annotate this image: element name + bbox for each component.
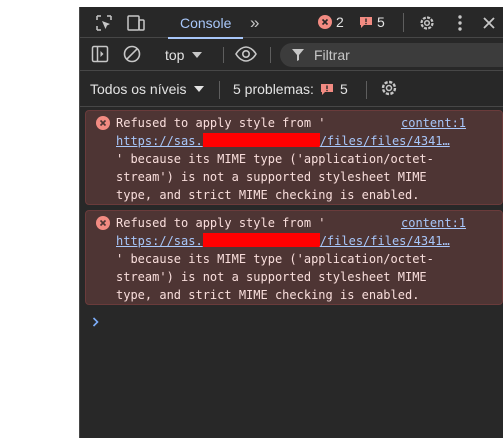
tabbar-separator bbox=[403, 13, 404, 32]
tab-console-label: Console bbox=[180, 14, 232, 31]
devtools-tabbar: Console » 2 5 bbox=[80, 7, 503, 39]
error-count: 2 bbox=[336, 14, 344, 30]
inspected-page bbox=[0, 0, 80, 438]
log-levels-dropdown[interactable]: Todos os níveis bbox=[90, 81, 204, 97]
more-tabs-label: » bbox=[250, 12, 260, 32]
context-selector-label: top bbox=[165, 47, 185, 63]
url-suffix[interactable]: /files/files/4341… bbox=[320, 134, 450, 148]
message-text: type, and strict MIME checking is enable… bbox=[116, 288, 420, 302]
error-counter[interactable]: 2 bbox=[318, 14, 344, 30]
problems-label: 5 problemas: bbox=[233, 81, 314, 97]
resource-url-link[interactable]: https://sas. /files/files/4341… bbox=[116, 232, 450, 250]
message-text: ' because its MIME type ('application/oc… bbox=[116, 152, 434, 166]
url-suffix[interactable]: /files/files/4341… bbox=[320, 234, 450, 248]
sidebar-icon[interactable] bbox=[90, 44, 110, 67]
warning-icon bbox=[360, 17, 372, 28]
prompt-chevron-icon bbox=[92, 317, 99, 327]
caret-down-icon bbox=[192, 52, 203, 58]
error-icon bbox=[318, 15, 332, 29]
resource-url-link[interactable]: https://sas. /files/files/4341… bbox=[116, 132, 450, 150]
url-prefix[interactable]: https://sas. bbox=[116, 234, 203, 248]
message-text: stream') is not a supported stylesheet M… bbox=[116, 270, 427, 284]
log-levels-label: Todos os níveis bbox=[90, 81, 187, 97]
console-prompt[interactable] bbox=[92, 314, 100, 330]
warning-count: 5 bbox=[377, 14, 385, 30]
warning-icon bbox=[320, 84, 333, 95]
source-link[interactable]: content:1 bbox=[401, 114, 466, 132]
redaction-mark bbox=[202, 233, 320, 247]
redaction-mark bbox=[202, 133, 320, 147]
message-text: Refused to apply style from ' bbox=[116, 116, 326, 130]
context-selector[interactable]: top bbox=[165, 44, 203, 66]
console-toolbar: top bbox=[80, 39, 503, 71]
error-icon bbox=[96, 216, 110, 230]
inspect-icon[interactable] bbox=[90, 9, 118, 37]
error-icon bbox=[96, 116, 110, 130]
console-error-message: Refused to apply style from ' content:1 … bbox=[85, 110, 503, 205]
tab-console[interactable]: Console bbox=[168, 7, 244, 39]
issues-button[interactable]: 5 problemas: 5 bbox=[233, 81, 348, 97]
more-tabs-button[interactable]: » bbox=[250, 7, 259, 38]
levels-separator bbox=[219, 81, 220, 99]
clear-console-icon[interactable] bbox=[122, 44, 142, 67]
message-text: stream') is not a supported stylesheet M… bbox=[116, 170, 427, 184]
toolbar-separator bbox=[223, 47, 224, 63]
url-prefix[interactable]: https://sas. bbox=[116, 134, 203, 148]
eye-icon[interactable] bbox=[234, 44, 258, 67]
kebab-menu-icon[interactable] bbox=[446, 9, 474, 37]
close-icon[interactable] bbox=[475, 9, 503, 37]
filter-icon bbox=[292, 49, 304, 61]
caret-down-icon bbox=[193, 86, 204, 92]
message-text: type, and strict MIME checking is enable… bbox=[116, 188, 420, 202]
message-text: ' because its MIME type ('application/oc… bbox=[116, 252, 434, 266]
levels-bar: Todos os níveis 5 problemas: 5 bbox=[80, 72, 503, 107]
console-settings-gear-icon[interactable] bbox=[379, 78, 399, 101]
source-link[interactable]: content:1 bbox=[401, 214, 466, 232]
issues-counter[interactable]: 5 bbox=[359, 14, 385, 30]
levels-separator bbox=[366, 81, 367, 99]
problems-count: 5 bbox=[339, 81, 348, 97]
devtools-panel: Console » 2 5 top Filtrar Todos os nívei… bbox=[80, 7, 503, 438]
message-text: Refused to apply style from ' bbox=[116, 216, 326, 230]
console-error-message: Refused to apply style from ' content:1 … bbox=[85, 210, 503, 305]
filter-box[interactable] bbox=[280, 43, 503, 67]
filter-input[interactable] bbox=[314, 47, 474, 63]
gear-icon[interactable] bbox=[413, 9, 441, 37]
toolbar-separator bbox=[270, 47, 271, 63]
device-toolbar-icon[interactable] bbox=[122, 9, 150, 37]
